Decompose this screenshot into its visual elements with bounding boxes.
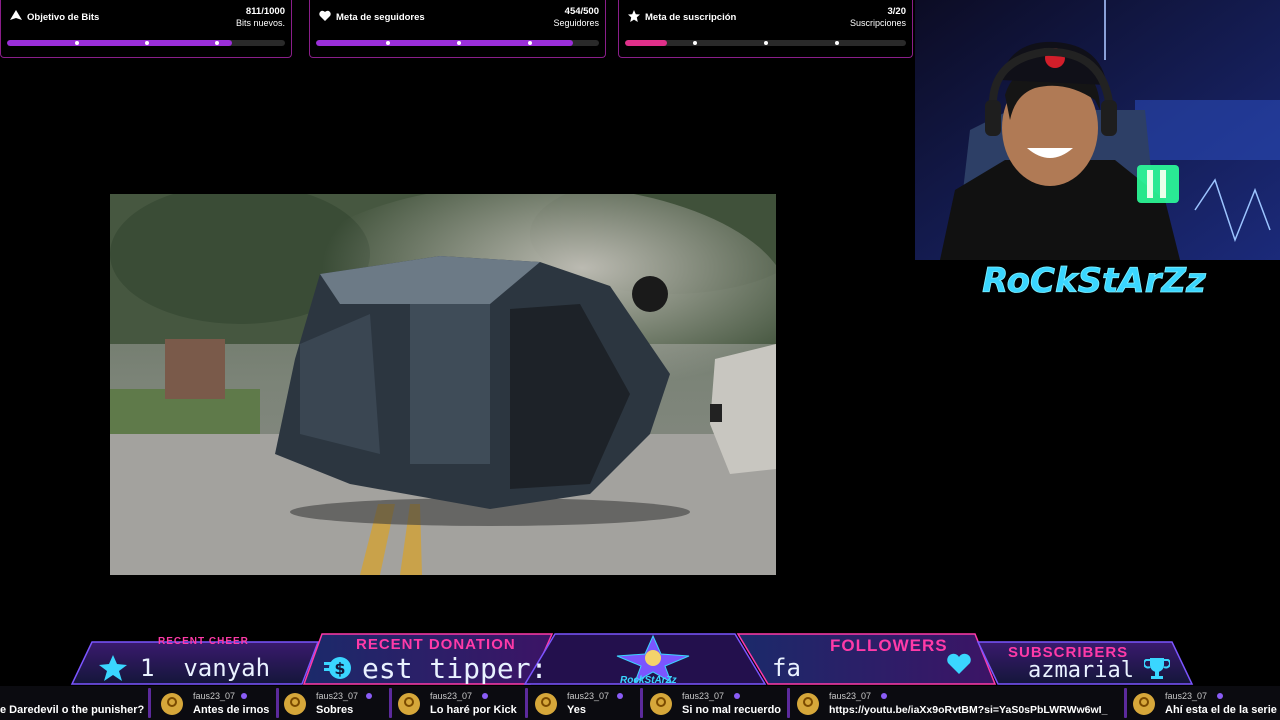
user-avatar-icon xyxy=(284,693,306,715)
subs-goal-widget: Meta de suscripción 3/20 Suscripciones xyxy=(618,0,913,58)
webcam-image xyxy=(915,0,1280,260)
bits-goal-fill xyxy=(7,40,233,46)
followers-goal-fill xyxy=(316,40,573,46)
goal-tick xyxy=(215,41,219,45)
chat-message: faus23_07 Ahí esta el de la serie xyxy=(1127,688,1280,718)
chat-username: faus23_07 xyxy=(567,691,610,701)
user-badge-icon xyxy=(617,693,623,699)
bits-goal-widget: Objetivo de Bits 811/1000 Bits nuevos. xyxy=(0,0,292,58)
goal-tick xyxy=(693,41,697,45)
chat-message: faus23_07 Yes xyxy=(529,688,637,718)
user-badge-icon xyxy=(881,693,887,699)
user-avatar-icon xyxy=(535,693,557,715)
goal-tick xyxy=(835,41,839,45)
chat-username: faus23_07 xyxy=(829,691,872,701)
subs-goal-title: Meta de suscripción xyxy=(645,12,737,23)
donation-icon: $ xyxy=(324,657,351,679)
goal-tick xyxy=(75,41,79,45)
goal-tick xyxy=(386,41,390,45)
center-logo-text: RockStArZz xyxy=(620,675,677,686)
chat-message-text: Antes de irnos xyxy=(193,704,270,716)
bits-goal-title: Objetivo de Bits xyxy=(27,12,100,23)
chat-message-text[interactable]: https://youtu.be/iaXx9oRvtBM?si=YaS0sPbL… xyxy=(829,704,1107,716)
bits-goal-subtitle: Bits nuevos. xyxy=(235,18,285,28)
subscribers-value: azmarial xyxy=(1028,658,1134,683)
followers-goal-widget: Meta de seguidores 454/500 Seguidores xyxy=(309,0,606,58)
chat-message-text: e Daredevil o the punisher? xyxy=(0,704,145,716)
chat-username: faus23_07 xyxy=(682,691,725,701)
goal-tick xyxy=(457,41,461,45)
user-avatar-icon xyxy=(1133,693,1155,715)
chat-separator xyxy=(787,688,790,718)
chat-message: faus23_07 https://youtu.be/iaXx9oRvtBM?s… xyxy=(791,688,1121,718)
user-badge-icon xyxy=(734,693,740,699)
chat-message: faus23_07 Sobres xyxy=(278,688,386,718)
chat-message-text: Ahí esta el de la serie xyxy=(1165,704,1277,716)
goal-tick xyxy=(528,41,532,45)
recent-donation-label: RECENT DONATION xyxy=(356,636,516,653)
chat-separator xyxy=(640,688,643,718)
chat-message-text: Yes xyxy=(567,704,586,716)
followers-value: fa xyxy=(772,654,801,682)
goal-tick xyxy=(764,41,768,45)
user-badge-icon xyxy=(366,693,372,699)
followers-goal-title: Meta de seguidores xyxy=(336,12,425,23)
chat-separator xyxy=(525,688,528,718)
star-icon xyxy=(99,655,127,681)
chat-message-text: Si no mal recuerdo xyxy=(682,704,782,716)
chat-separator xyxy=(148,688,151,718)
webcam-feed xyxy=(915,0,1280,260)
recent-cheer-value: 1 vanyah xyxy=(140,654,271,682)
chat-message-text: Sobres xyxy=(316,704,354,716)
chat-message: faus23_07 Si no mal recuerdo xyxy=(644,688,784,718)
recent-cheer-label: RECENT CHEER xyxy=(158,636,249,647)
subs-goal-count: 3/20 xyxy=(887,6,907,17)
followers-label: FOLLOWERS xyxy=(830,636,948,655)
chat-username: faus23_07 xyxy=(1165,691,1208,701)
chat-message: faus23_07 Antes de irnos xyxy=(155,688,273,718)
subs-goal-subtitle: Suscripciones xyxy=(849,18,906,28)
chat-message-text: Lo haré por Kick xyxy=(430,704,517,716)
user-badge-icon xyxy=(1217,693,1223,699)
heart-icon xyxy=(947,653,971,674)
video-frame-image xyxy=(110,194,776,575)
recent-donation-value: est tipper: xyxy=(362,652,548,685)
goal-tick xyxy=(145,41,149,45)
bits-goal-count: 811/1000 xyxy=(245,6,285,17)
video-player[interactable] xyxy=(110,194,776,575)
streamer-logo: RoCkStArZz xyxy=(958,256,1230,304)
chat-username: faus23_07 xyxy=(430,691,473,701)
streamer-logo-text: RoCkStArZz xyxy=(982,261,1206,301)
trophy-icon xyxy=(1144,658,1170,679)
user-badge-icon xyxy=(241,693,247,699)
followers-icon xyxy=(319,10,331,21)
star-icon xyxy=(628,10,640,22)
user-avatar-icon xyxy=(161,693,183,715)
followers-goal-subtitle: Seguidores xyxy=(553,18,599,28)
followers-goal-count: 454/500 xyxy=(564,6,599,17)
user-badge-icon xyxy=(482,693,488,699)
chat-username: faus23_07 xyxy=(316,691,359,701)
streamer-logo-graphic: RoCkStArZz xyxy=(982,261,1207,302)
user-avatar-icon xyxy=(797,693,819,715)
svg-text:$: $ xyxy=(334,659,345,678)
bits-icon xyxy=(10,10,22,20)
chat-message: e Daredevil o the punisher? xyxy=(0,688,145,718)
user-avatar-icon xyxy=(650,693,672,715)
chat-username: faus23_07 xyxy=(193,691,236,701)
chat-message: faus23_07 Lo haré por Kick xyxy=(392,688,522,718)
subs-goal-fill xyxy=(625,40,668,46)
user-avatar-icon xyxy=(398,693,420,715)
